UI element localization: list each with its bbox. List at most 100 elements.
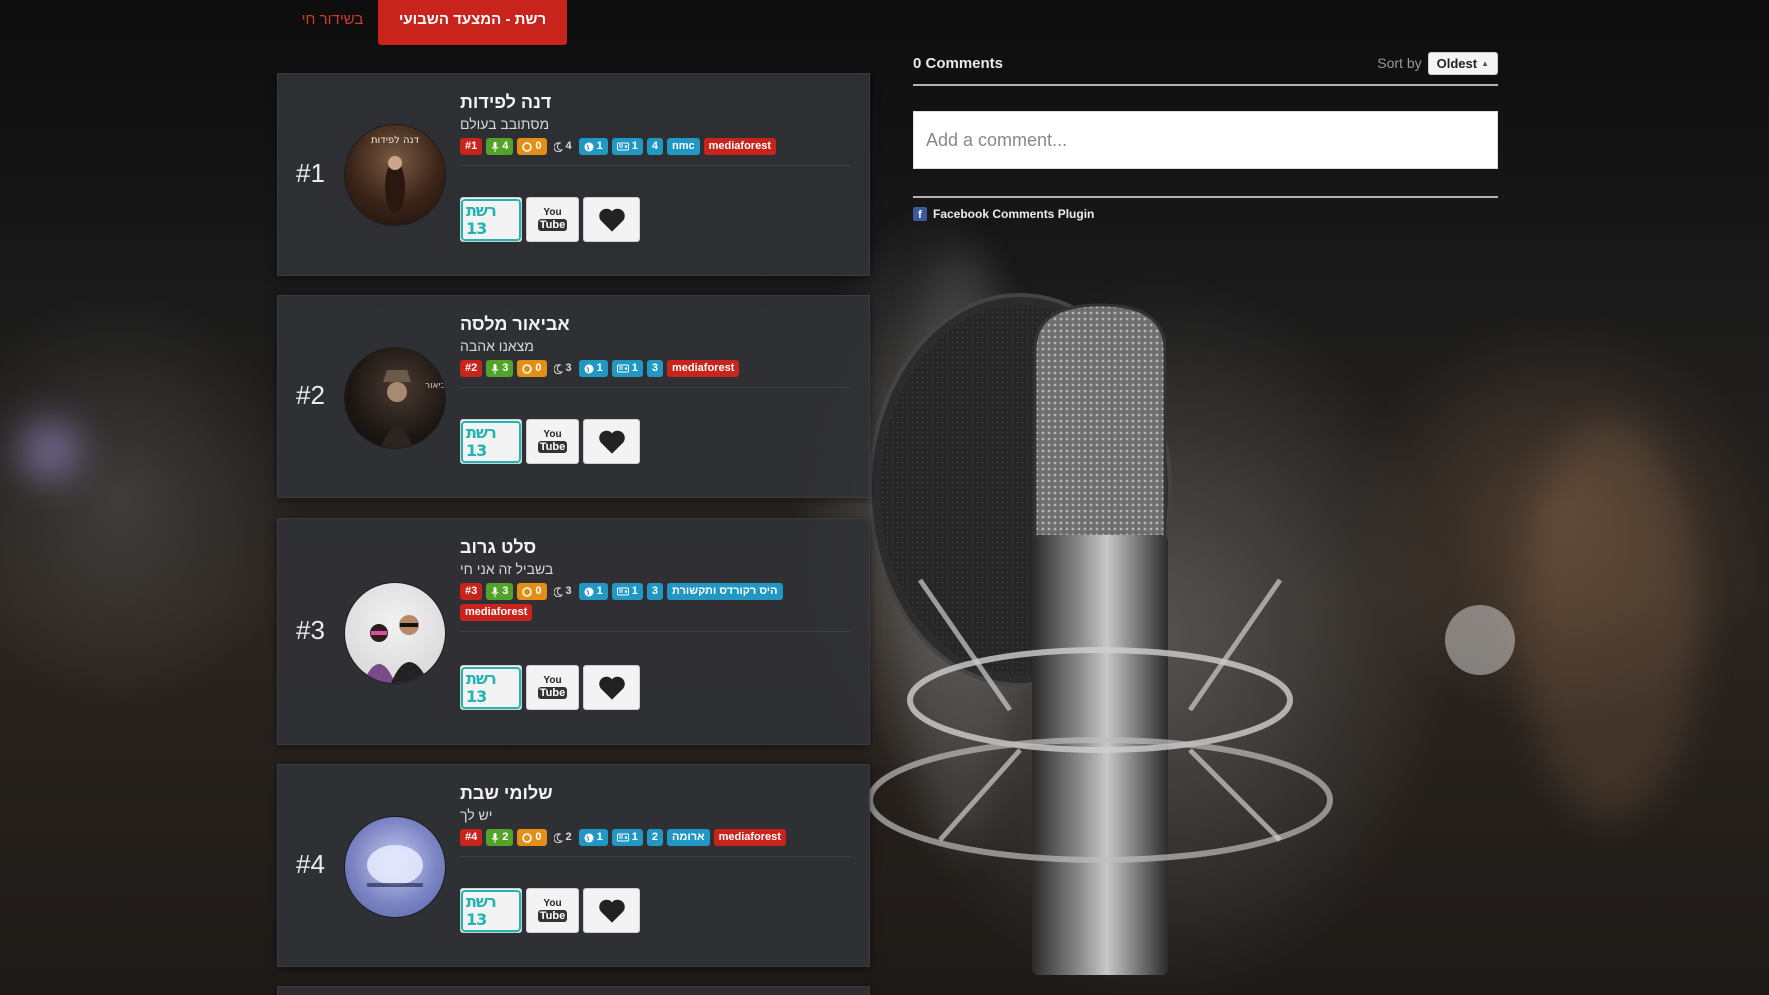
album-cover[interactable]: דנה לפידות	[345, 125, 445, 225]
badge-value: #4	[465, 831, 478, 843]
facebook-plugin-link[interactable]: f Facebook Comments Plugin	[913, 207, 1498, 221]
stat-badge: #4	[460, 829, 483, 846]
heart-icon	[598, 208, 625, 232]
record-icon	[522, 586, 533, 597]
stat-badge: 1	[578, 360, 608, 377]
like-button[interactable]	[583, 665, 640, 710]
stat-badge: 0	[517, 583, 547, 600]
song-title: יש לך	[460, 807, 493, 823]
youtube-button[interactable]: You Tube	[526, 888, 579, 933]
youtube-button[interactable]: You Tube	[526, 665, 579, 710]
badge-value: mediaforest	[708, 140, 771, 152]
entry-actions: רשת 13 You Tube	[460, 197, 640, 242]
stat-badge: ארומה	[667, 829, 710, 846]
reshet-listen-button[interactable]: רשת 13	[460, 888, 522, 933]
divider	[913, 196, 1498, 198]
reshet-listen-button[interactable]: רשת 13	[460, 419, 522, 464]
stat-badge: 1	[611, 138, 643, 155]
entry-actions: רשת 13 You Tube	[460, 419, 640, 464]
youtube-button[interactable]: You Tube	[526, 419, 579, 464]
badge-value: 1	[596, 362, 603, 374]
sort-select[interactable]: Oldest ▲	[1427, 51, 1498, 75]
mic-icon	[491, 832, 499, 843]
stat-badge: 1	[578, 583, 608, 600]
badge-value: 3	[565, 362, 572, 374]
reshet-logo-icon: רשת 13	[461, 889, 521, 932]
rank-number: #2	[296, 380, 325, 410]
stats-badges: #3 3 0 3 1 1 3 היס רקורדס ותקשורת mediaforest	[460, 583, 850, 621]
like-button[interactable]	[583, 197, 640, 242]
tab-live[interactable]: בשידור חי	[295, 11, 370, 28]
chart-entry: #3 סלט גרוב בשביל זה אני חי #3 3 0 3 1 1 3 היס …	[277, 518, 870, 745]
chart-entry	[277, 986, 870, 995]
comments-panel: 0 Comments Sort by Oldest ▲ Add a commen…	[913, 50, 1498, 221]
stat-badge: #3	[460, 583, 483, 600]
stat-badge: 2	[646, 829, 663, 846]
badge-value: 0	[535, 585, 542, 597]
facebook-icon: f	[913, 207, 927, 221]
badge-value: 4	[565, 140, 572, 152]
globe-icon	[584, 833, 594, 843]
album-cover[interactable]	[345, 817, 445, 917]
microphone-image	[867, 293, 1515, 975]
badge-value: mediaforest	[465, 606, 528, 618]
stats-badges: #4 2 0 2 1 1 2 ארומה mediaforest	[460, 829, 850, 846]
badge-value: 3	[565, 585, 572, 597]
moon-icon	[553, 586, 563, 597]
stat-badge: mediaforest	[703, 138, 776, 155]
reshet-logo-icon: רשת 13	[461, 198, 521, 241]
badge-value: 0	[535, 362, 542, 374]
album-cover[interactable]	[345, 583, 445, 683]
record-icon	[522, 363, 533, 374]
stat-badge: 1	[578, 829, 608, 846]
stat-badge: 3	[551, 360, 575, 377]
stat-badge: 2	[486, 829, 514, 846]
song-title: בשביל זה אני חי	[460, 561, 554, 577]
radio-icon	[616, 364, 629, 373]
album-cover[interactable]: אביאור	[345, 348, 445, 448]
tab-weekly-chart[interactable]: רשת - המצעד השבועי	[378, 0, 567, 45]
like-button[interactable]	[583, 888, 640, 933]
artist-name[interactable]: דנה לפידות	[460, 92, 855, 113]
badge-value: #1	[465, 140, 478, 152]
reshet-listen-button[interactable]: רשת 13	[460, 197, 522, 242]
comment-input[interactable]: Add a comment...	[913, 111, 1498, 169]
stat-badge: 1	[611, 360, 643, 377]
globe-icon	[584, 364, 594, 374]
divider	[460, 387, 850, 388]
youtube-button[interactable]: You Tube	[526, 197, 579, 242]
radio-icon	[616, 833, 629, 842]
like-button[interactable]	[583, 419, 640, 464]
artist-name[interactable]: סלט גרוב	[460, 537, 855, 558]
reshet-logo-icon: רשת 13	[461, 420, 521, 463]
badge-value: mediaforest	[672, 362, 735, 374]
reshet-listen-button[interactable]: רשת 13	[460, 665, 522, 710]
heart-icon	[598, 676, 625, 700]
stat-badge: 0	[517, 829, 547, 846]
badge-value: 3	[651, 585, 658, 597]
comments-header: 0 Comments Sort by Oldest ▲	[913, 50, 1498, 76]
stats-badges: #1 4 0 4 1 1 4 nmc mediaforest	[460, 138, 850, 155]
youtube-icon: You Tube	[537, 898, 568, 922]
stat-badge: 4	[486, 138, 514, 155]
artist-name[interactable]: שלומי שבת	[460, 783, 855, 804]
badge-value: #3	[465, 585, 478, 597]
stat-badge: mediaforest	[460, 604, 533, 621]
song-title: מצאנו אהבה	[460, 338, 534, 354]
rank-number: #4	[296, 849, 325, 879]
moon-icon	[553, 141, 563, 152]
mic-icon	[491, 586, 499, 597]
badge-value: #2	[465, 362, 478, 374]
divider	[460, 631, 850, 632]
badge-value: 2	[502, 831, 509, 843]
stat-badge: 3	[646, 360, 663, 377]
moon-icon	[553, 363, 563, 374]
record-icon	[522, 141, 533, 152]
stat-badge: 4	[646, 138, 663, 155]
artist-name[interactable]: אביאור מלסה	[460, 314, 855, 335]
badge-value: 3	[502, 585, 509, 597]
svg-text:דנה לפידות: דנה לפידות	[371, 135, 420, 146]
stat-badge: 3	[486, 360, 514, 377]
entry-info: שלומי שבת יש לך #4 2 0 2 1 1 2 ארומה mediaforest	[460, 783, 855, 857]
stat-badge: 3	[646, 583, 663, 600]
